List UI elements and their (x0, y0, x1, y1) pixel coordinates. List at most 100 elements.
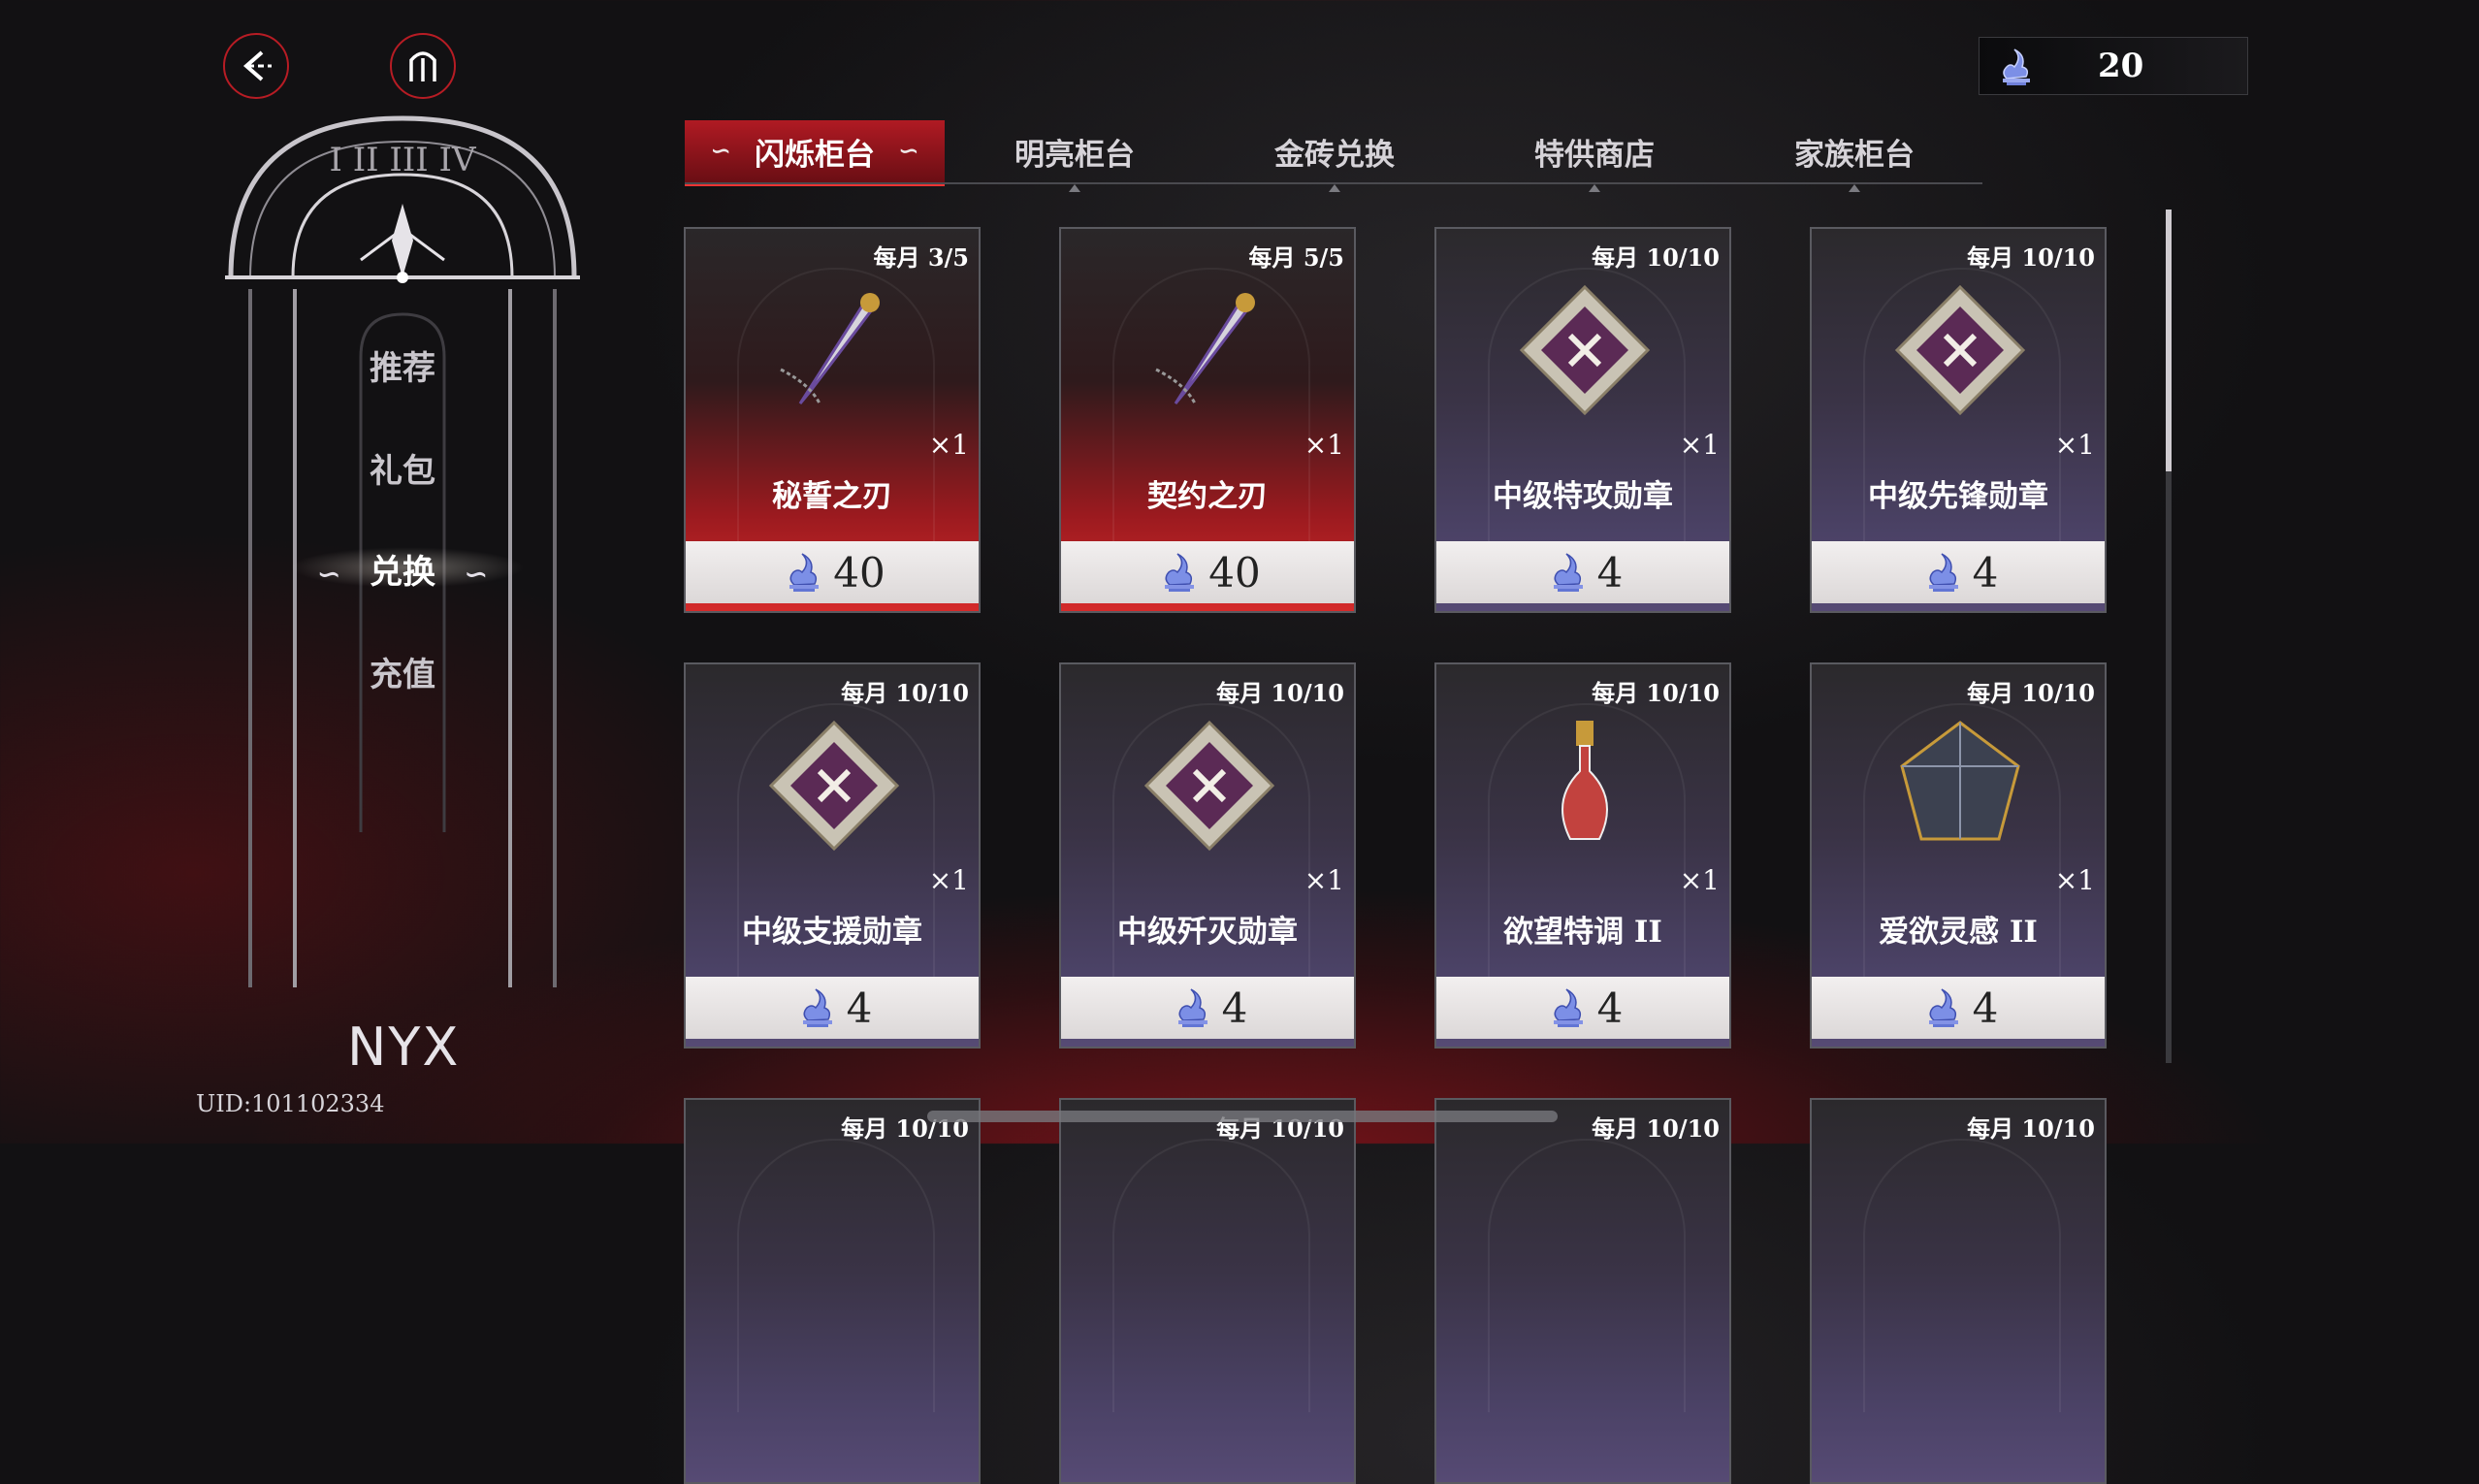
lamp-currency-icon (1928, 988, 1958, 1027)
item-name: 爱欲灵感 II (1879, 915, 2038, 950)
price-button[interactable]: 4 (1061, 977, 1354, 1039)
back-arrow-icon (242, 50, 272, 81)
purchase-limit: 每月 10/10 (1967, 243, 2095, 272)
currency-amount: 20 (2098, 47, 2144, 85)
card-arch-decoration (737, 1139, 935, 1412)
shop-item-card[interactable]: 每月 10/10 ×1 欲望特调 II 4 (1434, 662, 1731, 1048)
price-button[interactable]: 40 (1061, 541, 1354, 603)
horizontal-scroll-indicator (927, 1111, 1558, 1122)
item-quantity: ×1 (928, 429, 969, 461)
item-price: 4 (1596, 984, 1624, 1032)
shop-item-card[interactable]: 每月 10/10 (1059, 1098, 1356, 1484)
item-name: 秘誓之刃 (772, 479, 892, 514)
currency-display: 20 (1979, 37, 2248, 95)
item-name: 欲望特调 II (1503, 915, 1662, 950)
item-name: 中级先锋勋章 (1868, 479, 2048, 514)
tab-bright-counter[interactable]: 明亮柜台 (945, 120, 1205, 192)
item-name: 中级支援勋章 (742, 915, 922, 950)
lamp-currency-icon (2003, 48, 2030, 85)
shop-item-card[interactable]: 每月 5/5 ×1 契约之刃 40 (1059, 227, 1356, 613)
lamp-currency-icon (789, 553, 820, 592)
purchase-limit: 每月 10/10 (841, 679, 969, 707)
swirl-right-icon: ∽ (898, 137, 919, 166)
tab-family-counter[interactable]: 家族柜台 (1724, 120, 1984, 192)
medal-item-icon (1143, 720, 1275, 852)
shop-item-card[interactable]: 每月 10/10 (1434, 1098, 1731, 1484)
back-button[interactable] (223, 33, 289, 99)
shop-item-card[interactable]: 每月 10/10 ×1 中级歼灭勋章 4 (1059, 662, 1356, 1048)
item-name: 契约之刃 (1147, 479, 1268, 514)
price-button[interactable]: 4 (1812, 541, 2105, 603)
item-quantity: ×1 (1304, 864, 1344, 896)
card-arch-decoration (1488, 1139, 1686, 1412)
shop-item-card[interactable]: 每月 10/10 ×1 中级支援勋章 4 (684, 662, 981, 1048)
item-quantity: ×1 (1679, 864, 1720, 896)
item-price: 4 (1972, 548, 1999, 597)
user-id: UID:101102334 (196, 1090, 385, 1117)
tab-label: 家族柜台 (1794, 137, 1915, 173)
blade-item-icon (780, 293, 880, 404)
medal-item-icon (768, 720, 900, 852)
shop-item-card[interactable]: 每月 10/10 ×1 中级先锋勋章 4 (1810, 227, 2107, 613)
shop-item-card[interactable]: 每月 10/10 ×1 中级特攻勋章 4 (1434, 227, 1731, 613)
medal-item-icon (1519, 284, 1651, 416)
game-logo: NYX (347, 1016, 461, 1078)
item-quantity: ×1 (2054, 864, 2095, 896)
home-icon (409, 51, 436, 81)
item-price: 40 (1208, 548, 1261, 597)
purchase-limit: 每月 10/10 (1592, 243, 1720, 272)
tab-marker-icon (1069, 184, 1080, 192)
tab-flash-counter[interactable]: ∽ 闪烁柜台 ∽ (685, 120, 945, 186)
counter-tabs: ∽ 闪烁柜台 ∽ 明亮柜台 金砖兑换 特供商店 家族柜台 (685, 120, 1984, 192)
price-button[interactable]: 4 (1436, 541, 1729, 603)
tab-marker-icon (1329, 184, 1340, 192)
vertical-scrollbar-thumb[interactable] (2166, 210, 2172, 471)
shop-item-card[interactable]: 每月 10/10 (1810, 1098, 2107, 1484)
menu-item-recharge[interactable]: 充值 (225, 648, 580, 695)
tab-marker-icon (1849, 184, 1860, 192)
purchase-limit: 每月 10/10 (1216, 679, 1344, 707)
item-price: 4 (1221, 984, 1248, 1032)
shop-item-card[interactable]: 每月 10/10 ×1 爱欲灵感 II 4 (1810, 662, 2107, 1048)
tab-label: 明亮柜台 (1014, 137, 1135, 173)
shop-item-card[interactable]: 每月 3/5 ×1 秘誓之刃 40 (684, 227, 981, 613)
shop-item-card[interactable]: 每月 10/10 (684, 1098, 981, 1484)
item-quantity: ×1 (2054, 429, 2095, 461)
item-name: 中级歼灭勋章 (1117, 915, 1298, 950)
blade-item-icon (1155, 293, 1255, 404)
price-button[interactable]: 4 (686, 977, 979, 1039)
medal-item-icon (1894, 284, 2026, 416)
purchase-limit: 每月 3/5 (873, 243, 969, 272)
purchase-limit: 每月 5/5 (1248, 243, 1344, 272)
menu-item-recommend[interactable]: 推荐 (225, 341, 580, 389)
item-name: 中级特攻勋章 (1493, 479, 1673, 514)
crystal-item-icon (1900, 721, 2020, 841)
item-quantity: ×1 (1679, 429, 1720, 461)
lamp-currency-icon (1553, 553, 1583, 592)
card-arch-decoration (1112, 1139, 1310, 1412)
price-button[interactable]: 40 (686, 541, 979, 603)
menu-item-exchange[interactable]: ∽ 兑换 ∽ (225, 545, 580, 593)
swirl-left-icon: ∽ (316, 557, 341, 592)
menu-item-gift-pack[interactable]: 礼包 (225, 444, 580, 492)
card-arch-decoration (1863, 1139, 2061, 1412)
lamp-currency-icon (1928, 553, 1958, 592)
menu-item-exchange-label: 兑换 (370, 553, 435, 592)
tab-label: 特供商店 (1534, 137, 1655, 173)
lamp-currency-icon (1165, 553, 1195, 592)
home-button[interactable] (390, 33, 456, 99)
item-price: 4 (846, 984, 873, 1032)
item-price: 4 (1596, 548, 1624, 597)
purchase-limit: 每月 10/10 (1592, 679, 1720, 707)
item-price: 4 (1972, 984, 1999, 1032)
price-button[interactable]: 4 (1436, 977, 1729, 1039)
lamp-currency-icon (802, 988, 832, 1027)
tab-gold-brick-exchange[interactable]: 金砖兑换 (1205, 120, 1465, 192)
tabs-divider (685, 182, 1982, 184)
lamp-currency-icon (1553, 988, 1583, 1027)
purchase-limit: 每月 10/10 (1967, 679, 2095, 707)
price-button[interactable]: 4 (1812, 977, 2105, 1039)
tab-label: 闪烁柜台 (755, 137, 875, 173)
tab-special-shop[interactable]: 特供商店 (1465, 120, 1724, 192)
lamp-currency-icon (1177, 988, 1207, 1027)
